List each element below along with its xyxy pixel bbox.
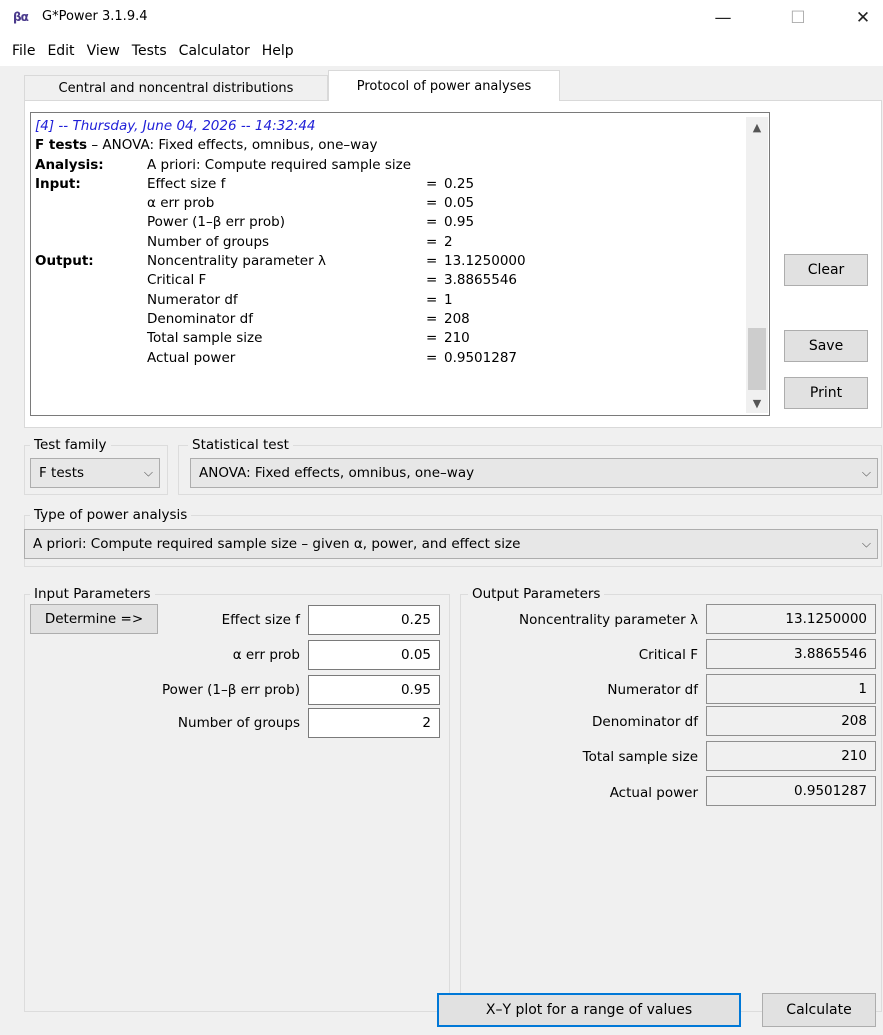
- noncentrality-label: Noncentrality parameter λ: [519, 612, 698, 628]
- protocol-output-name: Noncentrality parameter λ: [147, 253, 326, 270]
- noncentrality-value: 13.1250000: [706, 604, 876, 634]
- equals-sign: =: [426, 272, 438, 289]
- power-analysis-label: Type of power analysis: [30, 507, 192, 523]
- equals-sign: =: [426, 175, 438, 192]
- output-parameters-label: Output Parameters: [468, 586, 605, 602]
- test-family-label: Test family: [30, 437, 111, 453]
- statistical-test-label: Statistical test: [188, 437, 293, 453]
- protocol-input-value: 0.25: [444, 175, 475, 192]
- critical-f-value: 3.8865546: [706, 639, 876, 669]
- protocol-output-name: Denominator df: [147, 310, 253, 327]
- total-sample-size-label: Total sample size: [582, 749, 698, 765]
- tab-distributions[interactable]: Central and noncentral distributions: [24, 75, 328, 101]
- scroll-down-arrow-icon[interactable]: ▼: [746, 393, 768, 413]
- input-parameters-label: Input Parameters: [30, 586, 155, 602]
- statistical-test-value: ANOVA: Fixed effects, omnibus, one–way: [199, 465, 475, 481]
- menu-file[interactable]: File: [6, 40, 41, 62]
- tab-protocol[interactable]: Protocol of power analyses: [328, 70, 560, 101]
- power-input[interactable]: 0.95: [308, 675, 440, 705]
- menu-calculator[interactable]: Calculator: [173, 40, 256, 62]
- protocol-header: [4] -- Thursday, June 04, 2026 -- 14:32:…: [35, 118, 316, 134]
- equals-sign: =: [426, 291, 438, 308]
- menu-tests[interactable]: Tests: [126, 40, 173, 62]
- protocol-input-name: Number of groups: [147, 233, 270, 250]
- equals-sign: =: [426, 349, 438, 366]
- protocol-scrollbar[interactable]: ▲ ▼: [746, 117, 768, 413]
- menu-edit[interactable]: Edit: [41, 40, 80, 62]
- equals-sign: =: [426, 214, 438, 231]
- xy-plot-button[interactable]: X–Y plot for a range of values: [437, 993, 741, 1027]
- equals-sign: =: [426, 310, 438, 327]
- numerator-df-value: 1: [706, 674, 876, 704]
- protocol-input-name: Power (1–β err prob): [147, 214, 285, 231]
- protocol-output-name: Numerator df: [147, 291, 238, 308]
- protocol-input-value: 2: [444, 233, 453, 250]
- analysis-value: A priori: Compute required sample size: [147, 156, 412, 173]
- chevron-down-icon: ⌵: [143, 465, 153, 480]
- number-of-groups-input[interactable]: 2: [308, 708, 440, 738]
- power-analysis-value: A priori: Compute required sample size –…: [33, 536, 521, 552]
- chevron-down-icon: ⌵: [861, 465, 871, 480]
- test-family-value: F tests: [39, 465, 85, 481]
- total-sample-size-value: 210: [706, 741, 876, 771]
- protocol-output-name: Total sample size: [147, 330, 263, 347]
- scroll-up-arrow-icon[interactable]: ▲: [746, 117, 768, 137]
- effect-size-label: Effect size f: [221, 612, 300, 628]
- minimize-button[interactable]: —: [700, 0, 746, 36]
- statistical-test-select[interactable]: ANOVA: Fixed effects, omnibus, one–way ⌵: [190, 458, 878, 488]
- protocol-output-name: Actual power: [147, 349, 236, 366]
- protocol-input-value: 0.95: [444, 214, 475, 231]
- menu-bar: File Edit View Tests Calculator Help: [0, 36, 883, 66]
- denominator-df-value: 208: [706, 706, 876, 736]
- equals-sign: =: [426, 195, 438, 212]
- actual-power-value: 0.9501287: [706, 776, 876, 806]
- protocol-output-value: 3.8865546: [444, 272, 518, 289]
- protocol-test-line: F tests – ANOVA: Fixed effects, omnibus,…: [35, 137, 378, 154]
- menu-view[interactable]: View: [81, 40, 126, 62]
- protocol-input-value: 0.05: [444, 195, 475, 212]
- input-label: Input:: [35, 175, 81, 192]
- save-button[interactable]: Save: [784, 330, 868, 362]
- protocol-input-name: Effect size f: [147, 175, 226, 192]
- menu-help[interactable]: Help: [256, 40, 300, 62]
- alpha-err-label: α err prob: [232, 647, 300, 663]
- gpower-app-icon: βα: [13, 10, 29, 24]
- power-analysis-select[interactable]: A priori: Compute required sample size –…: [24, 529, 878, 559]
- actual-power-label: Actual power: [609, 785, 698, 801]
- power-label: Power (1–β err prob): [162, 682, 300, 698]
- numerator-df-label: Numerator df: [607, 682, 698, 698]
- protocol-output-value: 13.1250000: [444, 253, 526, 270]
- output-label: Output:: [35, 253, 94, 270]
- alpha-err-input[interactable]: 0.05: [308, 640, 440, 670]
- clear-button[interactable]: Clear: [784, 254, 868, 286]
- protocol-text-area[interactable]: [4] -- Thursday, June 04, 2026 -- 14:32:…: [30, 112, 770, 416]
- effect-size-input[interactable]: 0.25: [308, 605, 440, 635]
- title-bar: βα G*Power 3.1.9.4 — ☐ ✕: [0, 0, 883, 36]
- analysis-label: Analysis:: [35, 156, 104, 173]
- number-of-groups-label: Number of groups: [177, 715, 300, 731]
- determine-button[interactable]: Determine =>: [30, 604, 158, 634]
- protocol-output-name: Critical F: [147, 272, 207, 289]
- test-family-select[interactable]: F tests ⌵: [30, 458, 160, 488]
- equals-sign: =: [426, 233, 438, 250]
- calculate-button[interactable]: Calculate: [762, 993, 876, 1027]
- scroll-thumb[interactable]: [748, 328, 766, 390]
- equals-sign: =: [426, 253, 438, 270]
- window-title: G*Power 3.1.9.4: [42, 9, 148, 24]
- close-button[interactable]: ✕: [843, 0, 883, 36]
- protocol-output-value: 210: [444, 330, 470, 347]
- denominator-df-label: Denominator df: [592, 714, 698, 730]
- protocol-output-value: 208: [444, 310, 470, 327]
- protocol-input-name: α err prob: [147, 195, 215, 212]
- maximize-button[interactable]: ☐: [775, 0, 821, 36]
- equals-sign: =: [426, 330, 438, 347]
- critical-f-label: Critical F: [638, 647, 698, 663]
- chevron-down-icon: ⌵: [861, 536, 871, 551]
- print-button[interactable]: Print: [784, 377, 868, 409]
- protocol-output-value: 0.9501287: [444, 349, 518, 366]
- protocol-output-value: 1: [444, 291, 453, 308]
